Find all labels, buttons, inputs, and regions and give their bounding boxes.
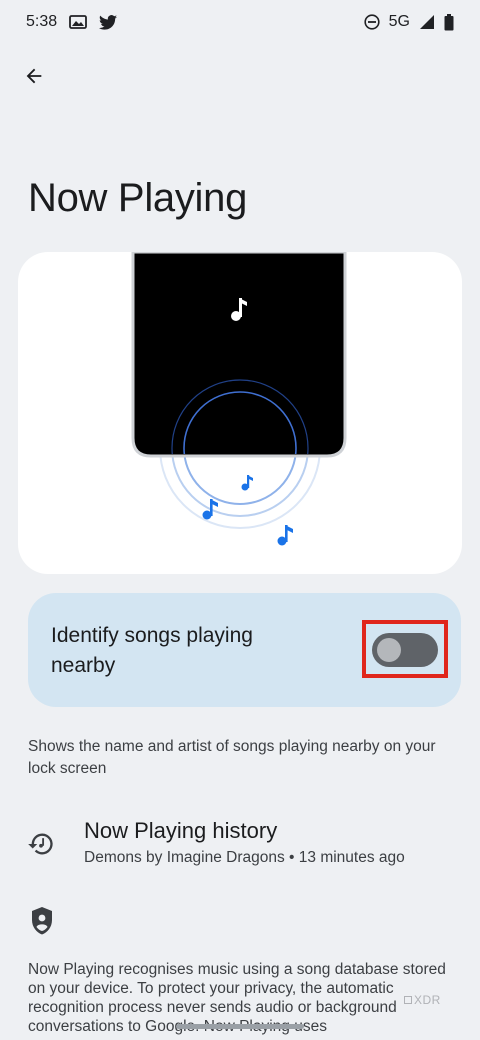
toggle-description: Shows the name and artist of songs playi… — [28, 738, 436, 777]
battery-icon — [444, 13, 454, 30]
toggle-label: Identify songs playing nearby — [51, 624, 253, 677]
watermark-logo: XDR — [404, 993, 441, 1007]
watermark-text: XDR — [414, 993, 441, 1007]
gallery-icon — [69, 15, 88, 29]
identify-songs-toggle-card[interactable]: Identify songs playing nearby — [28, 593, 461, 707]
arrow-back-icon — [26, 68, 42, 84]
shield-person-icon — [32, 907, 52, 935]
switch-knob — [377, 638, 401, 662]
twitter-icon — [99, 14, 118, 30]
back-button[interactable] — [14, 58, 54, 94]
network-type: 5G — [388, 13, 410, 30]
history-subtitle: Demons by Imagine Dragons • 13 minutes a… — [84, 849, 405, 866]
signal-icon — [420, 15, 434, 29]
gesture-navigation-bar[interactable] — [176, 1024, 304, 1029]
now-playing-history-item[interactable]: Now Playing history Demons by Imagine Dr… — [0, 814, 480, 878]
hero-illustration — [18, 252, 462, 574]
status-time: 5:38 — [26, 13, 58, 30]
history-icon — [28, 833, 53, 855]
status-bar: 5:38 5G — [0, 0, 480, 44]
watermark-square-icon — [404, 996, 412, 1004]
do-not-disturb-icon — [364, 14, 380, 30]
page-title: Now Playing — [28, 176, 248, 220]
phone-illustration — [131, 252, 347, 546]
history-title: Now Playing history — [84, 818, 278, 843]
identify-songs-switch[interactable] — [372, 633, 438, 667]
